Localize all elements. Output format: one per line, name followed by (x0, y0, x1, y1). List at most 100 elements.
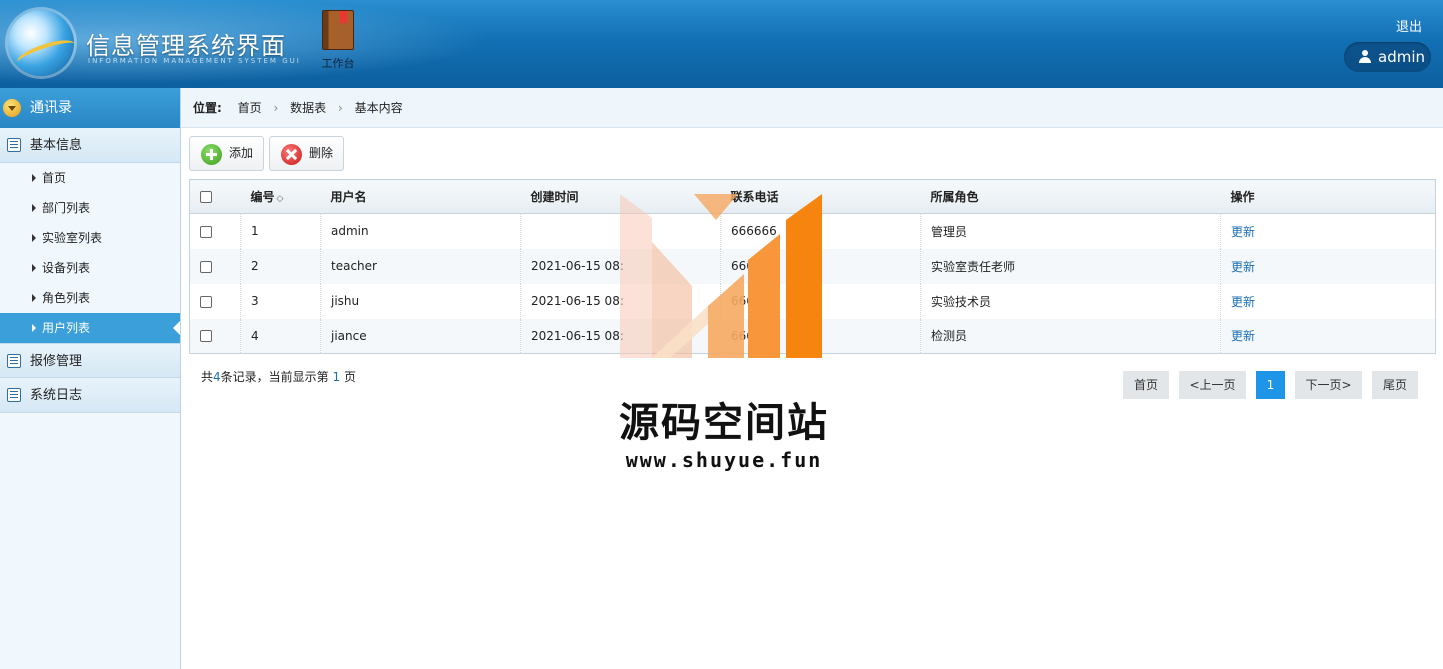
cell-id: 2 (240, 248, 321, 284)
cell-created (520, 213, 721, 249)
cell-username: teacher (320, 248, 521, 284)
row-select-cell (189, 213, 241, 249)
sidebar-group-repairs[interactable]: 报修管理 (0, 343, 180, 378)
row-checkbox[interactable] (200, 260, 212, 273)
page-1-button[interactable]: 1 (1256, 371, 1285, 399)
row-select-cell (189, 318, 241, 354)
sidebar-item-home[interactable]: 首页 (0, 163, 180, 193)
record-summary: 共4条记录，当前显示第 1 页 (201, 368, 356, 385)
cell-username: jishu (320, 283, 521, 319)
delete-button[interactable]: 删除 (269, 136, 344, 171)
sidebar-header-contacts[interactable]: 通讯录 (0, 88, 180, 128)
cell-username: jiance (320, 318, 521, 354)
edit-icon (7, 354, 21, 368)
row-checkbox[interactable] (200, 225, 212, 238)
cell-id: 4 (240, 318, 321, 354)
breadcrumb-prefix: 位置: (193, 101, 222, 115)
breadcrumb: 位置: 首页 › 数据表 › 基本内容 (181, 88, 1443, 128)
first-page-button[interactable]: 首页 (1123, 371, 1169, 399)
cell-role: 实验室责任老师 (920, 248, 1221, 284)
watermark-url: www.shuyue.fun (625, 448, 823, 472)
sidebar-item-departments[interactable]: 部门列表 (0, 193, 180, 223)
sort-icon[interactable]: ◇ (277, 194, 284, 204)
sidebar: 通讯录 基本信息 首页 部门列表 实验室列表 设备列表 角色列表 用户列表 报修… (0, 88, 181, 669)
cell-created: 2021-06-15 08: (520, 248, 721, 284)
sidebar-item-roles[interactable]: 角色列表 (0, 283, 180, 313)
table-row: 2 teacher 2021-06-15 08: 6666 实验室责任老师 更新 (189, 248, 1436, 284)
cell-phone: 6666 (720, 248, 921, 284)
update-link[interactable]: 更新 (1231, 225, 1255, 239)
cell-username: admin (320, 213, 521, 249)
sidebar-group-label: 系统日志 (30, 388, 83, 403)
breadcrumb-separator-icon: › (273, 101, 279, 115)
users-table: 编号 ◇ 用户名 创建时间 联系电话 所属角色 操作 1 admin 666666… (189, 179, 1436, 354)
chevron-down-icon (3, 99, 21, 117)
logo-globe-icon (8, 10, 74, 76)
breadcrumb-content: 基本内容 (354, 101, 403, 115)
cell-id: 3 (240, 283, 321, 319)
current-page-number: 1 (332, 370, 341, 384)
summary-text: 条记录，当前显示第 (220, 370, 329, 384)
workbench-button[interactable]: 工作台 (318, 10, 358, 71)
watermark-title: 源码空间站 (619, 399, 829, 446)
cell-role: 实验技术员 (920, 283, 1221, 319)
update-link[interactable]: 更新 (1231, 260, 1255, 274)
row-checkbox[interactable] (200, 330, 212, 343)
row-checkbox[interactable] (200, 295, 212, 308)
delete-icon (281, 144, 302, 165)
prev-page-button[interactable]: <上一页 (1179, 371, 1246, 399)
workbench-label: 工作台 (321, 57, 355, 70)
update-link[interactable]: 更新 (1231, 329, 1255, 343)
sidebar-item-labs[interactable]: 实验室列表 (0, 223, 180, 253)
sidebar-item-devices[interactable]: 设备列表 (0, 253, 180, 283)
cell-role: 检测员 (920, 318, 1221, 354)
column-header-created: 创建时间 (520, 179, 721, 214)
breadcrumb-home[interactable]: 首页 (238, 101, 262, 115)
cell-action: 更新 (1220, 318, 1436, 354)
table-row: 4 jiance 2021-06-15 08: 666 检测员 更新 (189, 318, 1436, 354)
username-label: admin (1378, 48, 1425, 66)
sidebar-item-list: 首页 部门列表 实验室列表 设备列表 角色列表 用户列表 (0, 163, 180, 343)
sidebar-group-basic-info[interactable]: 基本信息 (0, 128, 180, 163)
sidebar-item-users[interactable]: 用户列表 (0, 313, 180, 343)
cell-created: 2021-06-15 08: (520, 318, 721, 354)
sidebar-group-label: 基本信息 (30, 138, 83, 153)
cell-id: 1 (240, 213, 321, 249)
summary-text: 共 (201, 370, 214, 384)
select-all-cell (189, 179, 241, 214)
book-icon (322, 10, 354, 50)
sidebar-group-label: 报修管理 (30, 354, 83, 369)
cell-action: 更新 (1221, 284, 1436, 319)
last-page-button[interactable]: 尾页 (1372, 371, 1418, 399)
add-button-label: 添加 (229, 146, 254, 160)
update-link[interactable]: 更新 (1231, 295, 1255, 309)
column-header-role: 所属角色 (920, 179, 1221, 214)
sidebar-group-logs[interactable]: 系统日志 (0, 378, 180, 413)
row-select-cell (189, 248, 241, 284)
app-subtitle: INFORMATION MANAGEMENT SYSTEM GUI (88, 57, 301, 65)
column-header-action: 操作 (1220, 179, 1436, 214)
total-count: 4 (213, 370, 221, 384)
column-header-id[interactable]: 编号 ◇ (240, 179, 321, 214)
cell-action: 更新 (1221, 214, 1436, 249)
sidebar-header-label: 通讯录 (30, 100, 72, 116)
user-icon (1358, 50, 1372, 64)
summary-text: 页 (343, 370, 356, 384)
column-header-username: 用户名 (320, 179, 521, 214)
list-icon (7, 138, 21, 152)
cell-created: 2021-06-15 08: (520, 283, 721, 319)
logout-link[interactable]: 退出 (1396, 16, 1422, 35)
cell-role: 管理员 (920, 213, 1221, 249)
next-page-button[interactable]: 下一页> (1295, 371, 1362, 399)
user-menu[interactable]: admin (1344, 42, 1431, 72)
app-header: 信息管理系统界面 INFORMATION MANAGEMENT SYSTEM G… (0, 0, 1443, 88)
select-all-checkbox[interactable] (200, 191, 212, 203)
table-row: 3 jishu 2021-06-15 08: 666 实验技术员 更新 (189, 283, 1436, 319)
breadcrumb-datatable[interactable]: 数据表 (290, 101, 326, 115)
add-button[interactable]: 添加 (189, 136, 264, 171)
plus-icon (201, 144, 222, 165)
cell-phone: 666666 (720, 213, 921, 249)
cell-phone: 666 (720, 283, 921, 319)
delete-button-label: 删除 (309, 146, 334, 160)
cell-action: 更新 (1220, 248, 1436, 284)
